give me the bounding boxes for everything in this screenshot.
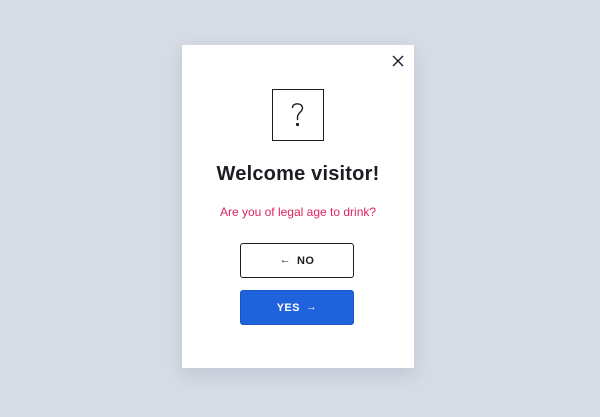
modal-title: Welcome visitor!	[216, 163, 380, 185]
arrow-right-icon: →	[305, 301, 318, 313]
age-verification-modal: Welcome visitor! Are you of legal age to…	[182, 45, 414, 368]
yes-button[interactable]: YES →	[240, 290, 354, 325]
close-button[interactable]	[392, 55, 404, 67]
question-mark-icon	[272, 89, 324, 141]
no-button[interactable]: ← NO	[240, 243, 354, 278]
no-button-label: NO	[297, 254, 315, 267]
close-icon	[392, 55, 404, 67]
yes-button-label: YES	[276, 301, 300, 314]
arrow-left-icon: ←	[279, 254, 292, 266]
age-question-text: Are you of legal age to drink?	[219, 205, 377, 219]
